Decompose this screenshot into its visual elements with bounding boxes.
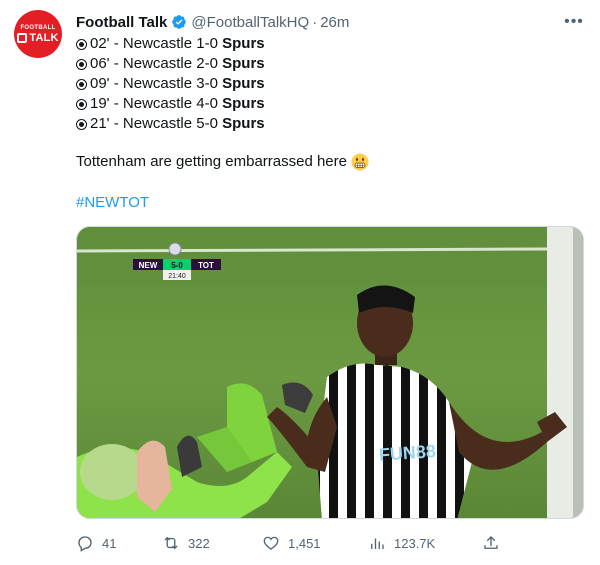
goal-team: Spurs: [222, 95, 265, 112]
tweet-media-image[interactable]: NEW 5-0 TOT 21:40 FUN88: [76, 226, 584, 519]
scoreboard-clock: 21:40: [168, 273, 186, 280]
radio-button-icon: [76, 118, 87, 130]
share-icon: [484, 536, 498, 549]
like-count: 1,451: [288, 535, 321, 551]
avatar[interactable]: FOOTBALL TALK: [14, 10, 62, 58]
views-chart-icon: [371, 538, 384, 549]
goal-minute: 21': [90, 115, 110, 132]
separator-dot: ·: [312, 13, 318, 31]
logo-icon: [17, 32, 28, 43]
verified-badge-icon: [172, 15, 187, 29]
avatar-logo: FOOTBALL: [20, 25, 55, 32]
reply-count: 41: [102, 535, 117, 551]
goal-line: 21' - Newcastle 5-0 Spurs: [76, 114, 265, 134]
avatar-text-big: TALK: [29, 31, 59, 44]
reply-button[interactable]: 41: [76, 532, 116, 554]
goal-text: - Newcastle 4-0: [109, 95, 223, 112]
goal-minute: 09': [90, 75, 110, 92]
goal-text: - Newcastle 1-0: [109, 35, 223, 52]
handle[interactable]: @FootballTalkHQ: [191, 14, 309, 31]
retweet-icon: [164, 536, 178, 550]
grimacing-face-emoji-icon: [351, 153, 369, 171]
avatar-text-small: FOOTBALL: [20, 24, 56, 31]
goal-text: - Newcastle 2-0: [109, 55, 223, 72]
goal-minute: 06': [90, 55, 110, 72]
scoreboard-away: TOT: [198, 261, 214, 270]
share-button[interactable]: [482, 532, 500, 554]
tweet[interactable]: FOOTBALL TALK Football Talk @FootballTal…: [0, 0, 600, 565]
goal-team: Spurs: [222, 55, 265, 72]
tweet-actions: 41 322 1,451 123.7K: [76, 532, 506, 554]
reply-icon: [78, 536, 92, 552]
goal-line: 02' - Newcastle 1-0 Spurs: [76, 34, 265, 54]
timestamp[interactable]: 26m: [320, 14, 349, 31]
views-button[interactable]: 123.7K: [368, 532, 435, 554]
retweet-button[interactable]: 322: [162, 532, 210, 554]
radio-button-icon: [76, 58, 87, 70]
views-count: 123.7K: [394, 535, 436, 551]
tweet-body: Tottenham are getting embarrassed here: [76, 153, 347, 170]
shirt-sponsor: FUN88: [378, 441, 436, 465]
scoreboard-home: NEW: [139, 261, 158, 270]
goal-text: - Newcastle 3-0: [109, 75, 223, 92]
goal-team: Spurs: [222, 35, 265, 52]
heart-icon: [263, 536, 279, 550]
goal-team: Spurs: [222, 115, 265, 132]
retweet-count: 322: [188, 535, 210, 551]
radio-button-icon: [76, 98, 87, 110]
tweet-header: Football Talk @FootballTalkHQ · 26m: [76, 12, 349, 32]
match-photo: NEW 5-0 TOT 21:40 FUN88: [77, 227, 583, 518]
like-button[interactable]: 1,451: [262, 532, 321, 554]
more-options-icon[interactable]: •••: [564, 12, 584, 32]
radio-button-icon: [76, 78, 87, 90]
goal-team: Spurs: [222, 75, 265, 92]
goal-line: 19' - Newcastle 4-0 Spurs: [76, 94, 265, 114]
tweet-text: Tottenham are getting embarrassed here: [76, 152, 369, 172]
goal-list: 02' - Newcastle 1-0 Spurs 06' - Newcastl…: [76, 34, 265, 134]
goal-minute: 19': [90, 95, 110, 112]
display-name[interactable]: Football Talk: [76, 14, 167, 31]
goal-minute: 02': [90, 35, 110, 52]
goal-text: - Newcastle 5-0: [109, 115, 223, 132]
hashtag-link[interactable]: #NEWTOT: [76, 194, 149, 211]
goal-line: 09' - Newcastle 3-0 Spurs: [76, 74, 265, 94]
radio-button-icon: [76, 38, 87, 50]
goal-line: 06' - Newcastle 2-0 Spurs: [76, 54, 265, 74]
scoreboard-score: 5-0: [171, 261, 183, 270]
